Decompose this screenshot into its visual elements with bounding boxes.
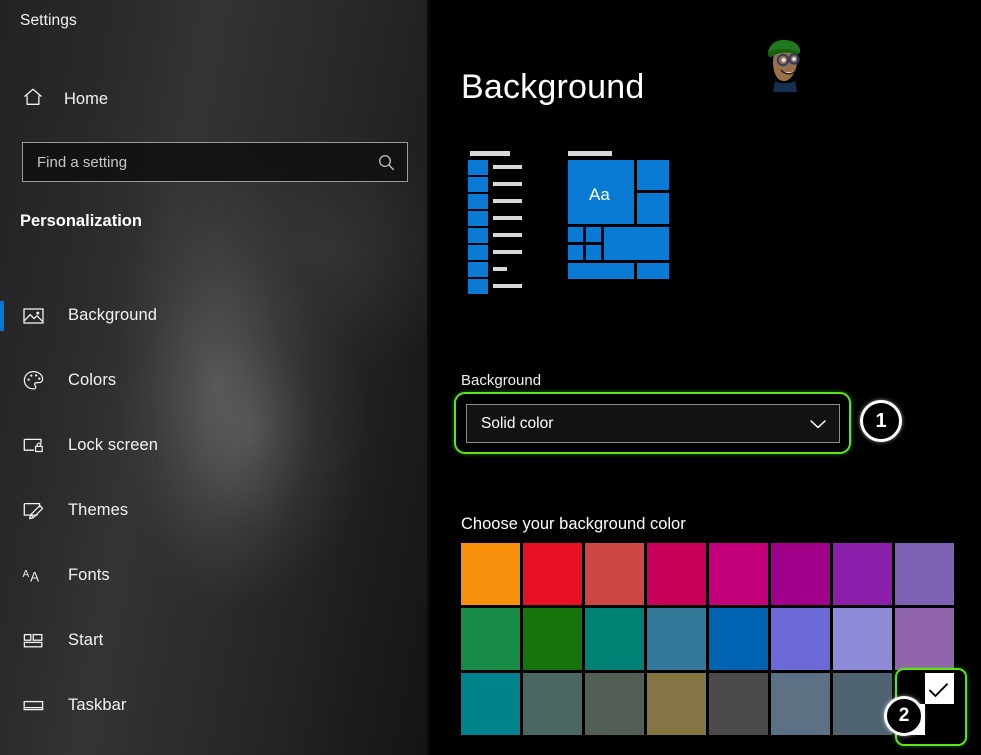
search-icon[interactable] — [365, 153, 407, 172]
background-section-label: Background — [461, 372, 541, 389]
picture-icon — [22, 304, 46, 327]
color-swatch[interactable] — [523, 543, 582, 605]
preview-tile — [568, 263, 634, 279]
chevron-down-icon[interactable] — [797, 418, 839, 430]
sidebar-item-home[interactable]: Home — [14, 82, 264, 116]
color-swatch[interactable] — [833, 543, 892, 605]
sidebar-item-fonts-label: Fonts — [68, 566, 110, 585]
app-title: Settings — [20, 12, 77, 30]
color-swatch[interactable] — [461, 608, 520, 670]
color-swatch[interactable] — [585, 543, 644, 605]
cartoon-face-avatar — [755, 34, 809, 92]
page-title: Background — [461, 68, 644, 107]
sidebar-item-taskbar[interactable]: Taskbar — [0, 673, 430, 738]
svg-text:Aa: Aa — [589, 185, 610, 204]
preview-strip — [493, 216, 522, 220]
sidebar-item-lock-screen-label: Lock screen — [68, 436, 158, 455]
preview-strip — [493, 284, 522, 288]
preview-strip — [568, 151, 612, 156]
color-swatch[interactable] — [523, 608, 582, 670]
background-type-value: Solid color — [467, 415, 797, 433]
sidebar-item-colors-label: Colors — [68, 371, 116, 390]
palette-icon — [22, 369, 46, 392]
color-swatch[interactable] — [709, 543, 768, 605]
preview-tile — [568, 227, 583, 242]
color-swatch[interactable] — [895, 543, 954, 605]
svg-text:A: A — [22, 569, 29, 580]
preview-tile — [468, 262, 488, 277]
selection-accent-bar — [0, 301, 4, 331]
sidebar-item-start[interactable]: Start — [0, 608, 430, 673]
color-swatch[interactable] — [833, 673, 892, 735]
preview-tile — [637, 160, 669, 190]
preview-strip — [493, 233, 522, 237]
color-swatch-grid — [461, 543, 954, 735]
color-swatch[interactable] — [461, 673, 520, 735]
preview-tile — [468, 279, 488, 294]
choose-color-label: Choose your background color — [461, 515, 686, 534]
preview-tile — [568, 245, 583, 260]
sidebar-item-start-label: Start — [68, 631, 103, 650]
color-swatch[interactable] — [585, 608, 644, 670]
preview-strip — [493, 250, 522, 254]
preview-tile — [468, 211, 488, 226]
svg-text:A: A — [30, 569, 39, 584]
preview-strip — [493, 182, 522, 186]
search-box[interactable] — [22, 142, 408, 182]
color-swatch[interactable] — [647, 608, 706, 670]
taskbar-icon — [22, 694, 46, 717]
preview-tile — [604, 227, 669, 260]
preview-strip — [493, 165, 522, 169]
sidebar-item-fonts[interactable]: A A Fonts — [0, 543, 430, 608]
sidebar-item-background-label: Background — [68, 306, 157, 325]
preview-tile-large: Aa — [568, 160, 634, 224]
sidebar-section-heading: Personalization — [20, 212, 142, 231]
brush-icon — [22, 499, 46, 522]
preview-tile — [637, 193, 669, 224]
preview-tile — [468, 160, 488, 175]
sidebar-nav-list: Background Colors — [0, 283, 430, 738]
sidebar: Settings Home Personalization — [0, 0, 430, 755]
color-swatch[interactable] — [895, 608, 954, 670]
preview-tile — [468, 177, 488, 192]
sidebar-item-home-label: Home — [64, 90, 108, 109]
preview-tile — [468, 245, 488, 260]
preview-tile — [468, 194, 488, 209]
home-icon — [22, 86, 44, 113]
color-swatch[interactable] — [647, 543, 706, 605]
sidebar-item-taskbar-label: Taskbar — [68, 696, 126, 715]
color-swatch[interactable] — [647, 673, 706, 735]
annotation-marker-2: 2 — [884, 696, 924, 736]
preview-strip — [470, 151, 510, 156]
preview-tile — [637, 263, 669, 279]
settings-window: Settings Home Personalization — [0, 0, 981, 755]
color-swatch[interactable] — [771, 608, 830, 670]
color-swatch[interactable] — [771, 543, 830, 605]
preview-tile — [468, 228, 488, 243]
sidebar-item-themes-label: Themes — [68, 501, 128, 520]
background-preview: Aa — [458, 148, 698, 298]
lock-screen-icon — [22, 434, 46, 457]
color-swatch[interactable] — [461, 543, 520, 605]
preview-tile — [586, 245, 601, 260]
sidebar-item-background[interactable]: Background — [0, 283, 430, 348]
color-swatch[interactable] — [523, 673, 582, 735]
color-swatch[interactable] — [771, 673, 830, 735]
color-swatch[interactable] — [709, 608, 768, 670]
font-aa-icon: A A — [22, 564, 46, 587]
preview-tile — [586, 227, 601, 242]
sidebar-item-lock-screen[interactable]: Lock screen — [0, 413, 430, 478]
preview-strip — [493, 199, 522, 203]
sidebar-item-colors[interactable]: Colors — [0, 348, 430, 413]
color-swatch[interactable] — [833, 608, 892, 670]
color-swatch[interactable] — [585, 673, 644, 735]
sidebar-item-themes[interactable]: Themes — [0, 478, 430, 543]
search-input[interactable] — [23, 143, 365, 181]
background-type-dropdown[interactable]: Solid color — [466, 404, 840, 443]
start-tiles-icon — [22, 629, 46, 652]
preview-strip — [493, 267, 507, 271]
annotation-marker-1: 1 — [860, 400, 902, 442]
main-content: Background — [433, 0, 981, 755]
color-swatch[interactable] — [709, 673, 768, 735]
